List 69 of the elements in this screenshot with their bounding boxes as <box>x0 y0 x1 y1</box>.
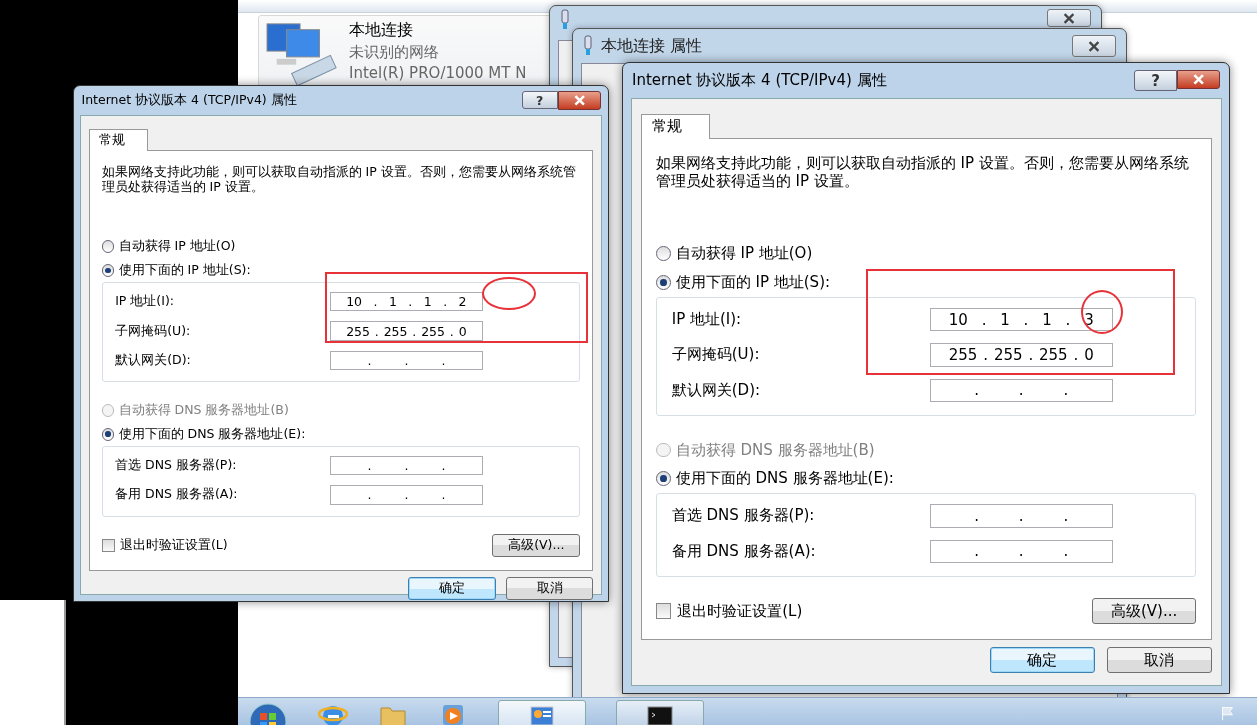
ip-address-field[interactable]: 10 . 1 . 1 . 2 <box>330 292 483 312</box>
radio-label: 自动获得 DNS 服务器地址(B) <box>118 402 289 419</box>
radio-label: 使用下面的 DNS 服务器地址(E): <box>675 469 894 488</box>
cancel-button[interactable]: 取消 <box>505 576 594 600</box>
ip-address-field[interactable]: . . . <box>330 485 483 505</box>
field-label: 备用 DNS 服务器(A): <box>115 486 239 504</box>
checkbox-label: 退出时验证设置(L) <box>677 601 803 621</box>
radio-button[interactable] <box>101 427 115 441</box>
ip-address-field[interactable]: 255 . 255 . 255 . 0 <box>330 321 483 341</box>
radio-label: 使用下面的 IP 地址(S): <box>118 261 251 279</box>
cancel-button[interactable]: 取消 <box>1106 647 1212 673</box>
radio-label: 自动获得 IP 地址(O) <box>675 244 813 264</box>
field-label: IP 地址(I): <box>671 310 743 330</box>
highlight-circle <box>1081 290 1123 334</box>
window-title: Internet 协议版本 4 (TCP/IPv4) 属性 <box>81 92 297 110</box>
network-plug-icon <box>583 35 593 57</box>
close-button[interactable] <box>1072 35 1116 57</box>
ip-address-field[interactable]: . . . <box>929 378 1113 402</box>
ip-address-field[interactable]: . . . <box>929 539 1113 563</box>
radio-button[interactable] <box>655 471 671 486</box>
radio-label: 使用下面的 IP 地址(S): <box>675 272 831 292</box>
radio-label: 使用下面的 DNS 服务器地址(E): <box>118 425 306 443</box>
field-label: IP 地址(I): <box>115 293 175 311</box>
ip-address-field[interactable]: . . . <box>929 504 1113 528</box>
ok-button[interactable]: 确定 <box>408 576 496 600</box>
command-prompt-button[interactable] <box>616 700 704 725</box>
close-button[interactable] <box>557 91 601 110</box>
radio-button[interactable] <box>655 274 671 290</box>
ip-address-field[interactable]: . . . <box>330 350 483 371</box>
radio-button[interactable] <box>655 246 671 262</box>
field-label: 备用 DNS 服务器(A): <box>671 541 817 561</box>
field-label: 首选 DNS 服务器(P): <box>115 457 238 475</box>
advanced-button[interactable]: 高级(V)... <box>1091 598 1197 624</box>
description-text: 如果网络支持此功能，则可以获取自动指派的 IP 设置。否则，您需要从网络系统管理员处获得适当的 IP 设置。 <box>101 163 577 194</box>
field-label: 默认网关(D): <box>671 380 762 400</box>
ip-address-field[interactable]: . . . <box>330 455 483 476</box>
help-button[interactable]: ? <box>1133 70 1178 92</box>
network-plug-icon <box>560 9 570 31</box>
adapter-device: Intel(R) PRO/1000 MT N <box>349 64 527 82</box>
description-text: 如果网络支持此功能，则可以获取自动指派的 IP 设置。否则，您需要从网络系统管理员处获得适当的 IP 设置。 <box>655 154 1190 190</box>
radio-label: 自动获得 DNS 服务器地址(B) <box>675 440 875 460</box>
checkbox[interactable] <box>101 539 115 553</box>
advanced-button[interactable]: 高级(V)... <box>492 534 581 558</box>
close-icon <box>1087 40 1101 52</box>
help-button[interactable]: ? <box>521 91 558 109</box>
ip-address-field[interactable]: 255 . 255 . 255 . 0 <box>929 343 1113 367</box>
adapter-name: 本地连接 <box>349 20 414 41</box>
radio-button[interactable] <box>101 240 115 253</box>
tab[interactable]: 常规 <box>88 128 148 151</box>
ok-button[interactable]: 确定 <box>989 647 1095 673</box>
network-window-button[interactable] <box>498 700 586 725</box>
field-label: 默认网关(D): <box>115 351 192 369</box>
close-icon <box>1192 74 1206 85</box>
tab[interactable]: 常规 <box>640 113 710 139</box>
checkbox[interactable] <box>655 603 672 619</box>
close-button[interactable] <box>1177 70 1220 89</box>
window-title: 本地连接 属性 <box>601 35 703 57</box>
field-label: 子网掩码(U): <box>671 345 761 365</box>
field-label: 子网掩码(U): <box>115 322 192 340</box>
adapter-status: 未识别的网络 <box>349 43 440 62</box>
window-title: Internet 协议版本 4 (TCP/IPv4) 属性 <box>632 71 887 91</box>
close-button[interactable] <box>1047 9 1091 27</box>
radio-label: 自动获得 IP 地址(O) <box>118 238 236 256</box>
field-label: 首选 DNS 服务器(P): <box>671 506 816 526</box>
close-icon <box>572 95 586 106</box>
radio-button[interactable] <box>101 264 115 277</box>
highlight-circle <box>482 277 536 310</box>
close-icon <box>1062 12 1076 24</box>
checkbox-label: 退出时验证设置(L) <box>119 537 228 555</box>
